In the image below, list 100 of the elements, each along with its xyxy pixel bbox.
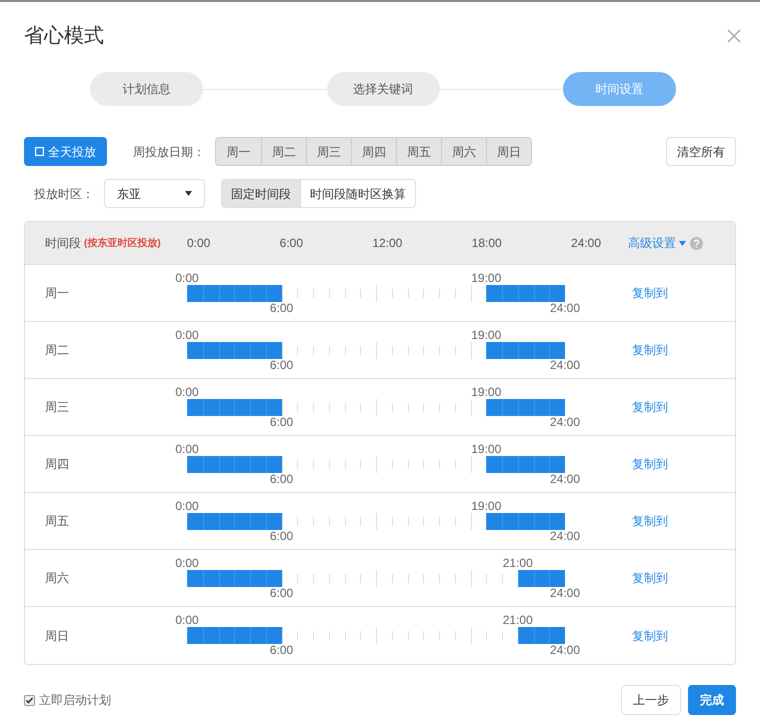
selected-hour-slot[interactable] [534,570,550,586]
selected-hour-slot[interactable] [486,398,502,416]
selected-hour-slot[interactable] [218,284,234,302]
weekday-toggle[interactable]: 周六 [441,138,486,165]
selected-hour-slot[interactable] [266,342,282,358]
selected-hour-slot[interactable] [250,284,266,302]
selected-hour-slot[interactable] [187,456,203,472]
step-tab[interactable]: 计划信息 [90,72,203,106]
selected-hour-slot[interactable] [534,398,550,416]
selected-hour-slot[interactable] [187,512,203,530]
selected-hour-slot[interactable] [250,398,266,416]
selected-hour-slot[interactable] [187,570,203,586]
step-tab[interactable]: 选择关键词 [326,72,440,106]
selected-hour-slot[interactable] [486,456,502,472]
selected-hour-slot[interactable] [549,512,565,530]
selected-hour-slot[interactable] [187,398,203,416]
selected-hour-slot[interactable] [534,284,550,302]
selected-hour-slot[interactable] [187,284,203,302]
selected-hour-slot[interactable] [549,284,565,302]
copy-to-link[interactable]: 复制到 [632,569,668,587]
selected-hour-slot[interactable] [218,512,234,530]
selected-hour-slot[interactable] [518,627,534,644]
selected-hour-slot[interactable] [202,284,218,302]
selected-hour-slot[interactable] [202,398,218,416]
selected-hour-slot[interactable] [234,342,250,358]
selected-hour-slot[interactable] [518,284,534,302]
selected-hour-slot[interactable] [266,398,282,416]
advanced-settings-link[interactable]: 高级设置 [628,234,686,252]
clear-all-button[interactable]: 清空所有 [666,137,736,166]
day-label: 周一 [44,285,70,302]
selected-hour-slot[interactable] [266,570,282,586]
selected-hour-slot[interactable] [549,398,565,416]
time-mode-toggle[interactable]: 固定时间段 [222,180,300,207]
selected-hour-slot[interactable] [202,342,218,358]
time-mode-toggle[interactable]: 时间段随时区换算 [300,180,415,207]
selected-hour-slot[interactable] [534,512,550,530]
selected-hour-slot[interactable] [534,456,550,472]
selected-hour-slot[interactable] [250,456,266,472]
selected-hour-slot[interactable] [502,342,518,358]
selected-hour-slot[interactable] [234,512,250,530]
copy-to-link[interactable]: 复制到 [632,512,668,530]
weekday-toggle[interactable]: 周一 [216,138,261,165]
help-icon[interactable] [690,236,703,250]
copy-to-link[interactable]: 复制到 [632,341,668,359]
selected-hour-slot[interactable] [518,398,534,416]
selected-hour-slot[interactable] [518,570,534,586]
close-icon[interactable] [726,28,742,44]
timezone-select[interactable]: 东亚 [104,179,205,208]
selected-hour-slot[interactable] [218,342,234,358]
copy-to-link[interactable]: 复制到 [632,284,668,302]
start-time-label: 19:00 [471,442,502,456]
weekday-toggle[interactable]: 周二 [261,138,306,165]
selected-hour-slot[interactable] [202,456,218,472]
selected-hour-slot[interactable] [486,284,502,302]
copy-to-link[interactable]: 复制到 [632,398,668,416]
square-icon [35,147,44,156]
selected-hour-slot[interactable] [549,456,565,472]
full-day-button[interactable]: 全天投放 [24,137,107,166]
selected-hour-slot[interactable] [202,570,218,586]
selected-hour-slot[interactable] [486,342,502,358]
timezone-label: 投放时区： [34,186,95,202]
back-button[interactable]: 上一步 [621,685,681,715]
selected-hour-slot[interactable] [234,398,250,416]
selected-hour-slot[interactable] [250,570,266,586]
finish-button[interactable]: 完成 [688,685,736,715]
weekday-toggle[interactable]: 周五 [396,138,441,165]
selected-hour-slot[interactable] [187,342,203,358]
selected-hour-slot[interactable] [518,512,534,530]
selected-hour-slot[interactable] [202,512,218,530]
end-time-label: 24:00 [550,586,580,600]
selected-hour-slot[interactable] [218,398,234,416]
selected-hour-slot[interactable] [250,342,266,358]
selected-hour-slot[interactable] [502,398,518,416]
selected-hour-slot[interactable] [502,284,518,302]
selected-hour-slot[interactable] [218,570,234,586]
selected-hour-slot[interactable] [518,456,534,472]
copy-to-link[interactable]: 复制到 [632,455,668,473]
weekday-toggle[interactable]: 周日 [486,138,531,165]
selected-hour-slot[interactable] [549,342,565,358]
copy-to-link[interactable]: 复制到 [632,626,668,644]
selected-hour-slot[interactable] [534,342,550,358]
axis-label: 0:00 [187,235,210,252]
selected-hour-slot[interactable] [234,284,250,302]
selected-hour-slot[interactable] [218,456,234,472]
checkbox[interactable] [24,694,35,706]
end-time-label: 6:00 [270,472,294,486]
selected-hour-slot[interactable] [502,456,518,472]
selected-hour-slot[interactable] [486,512,502,530]
selected-hour-slot[interactable] [234,456,250,472]
weekday-toggle[interactable]: 周四 [351,138,396,165]
selected-hour-slot[interactable] [549,570,565,586]
selected-hour-slot[interactable] [234,570,250,586]
selected-hour-slot[interactable] [518,342,534,358]
selected-hour-slot[interactable] [250,512,266,530]
selected-hour-slot[interactable] [266,284,282,302]
weekday-toggle[interactable]: 周三 [306,138,351,165]
selected-hour-slot[interactable] [502,512,518,530]
selected-hour-slot[interactable] [266,512,282,530]
start-time-label: 21:00 [502,556,533,570]
selected-hour-slot[interactable] [266,456,282,472]
